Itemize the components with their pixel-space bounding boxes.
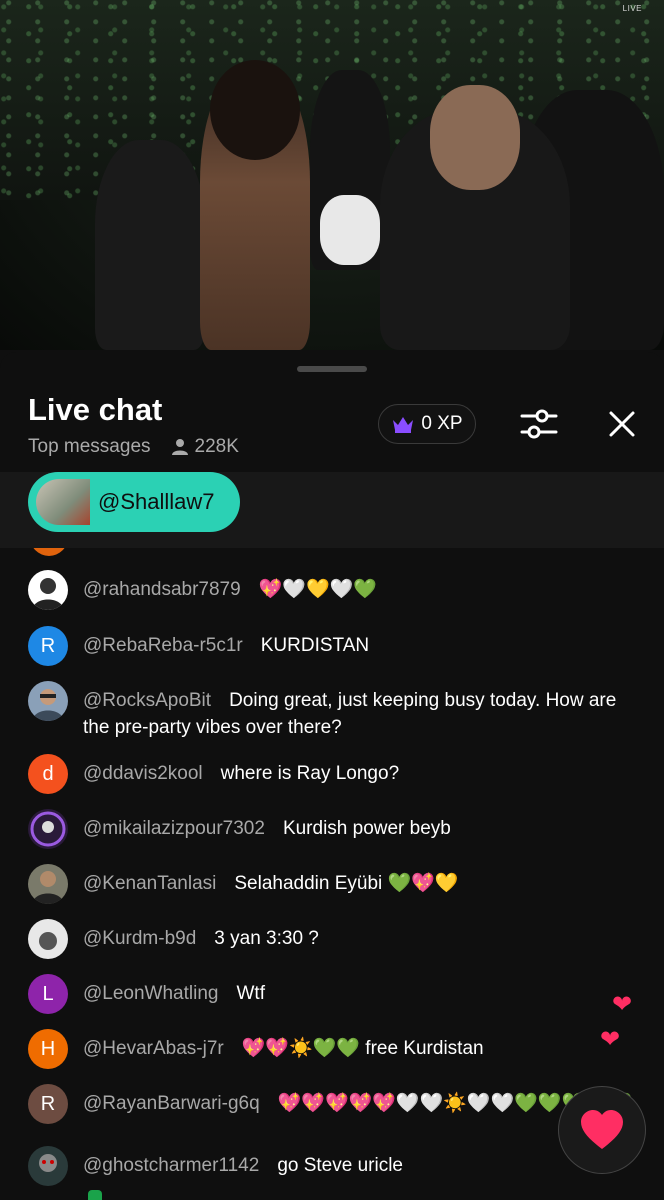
avatar: L (28, 974, 68, 1014)
message-author: @rahandsabr7879 (83, 579, 241, 600)
message-emoji: 💚💖💛 (387, 872, 459, 894)
avatar-letter: R (40, 1092, 56, 1115)
avatar: d (28, 754, 68, 794)
message-emoji: 💖💖☀️💚💚 (241, 1037, 361, 1059)
cutman-head (430, 85, 520, 190)
avatar-letter: d (42, 762, 54, 785)
floating-heart-icon: ❤ (612, 991, 633, 1018)
live-badge: LIVE (622, 4, 642, 13)
profile-photo-icon (39, 1154, 57, 1172)
heart-icon (581, 1110, 623, 1149)
avatar (28, 809, 68, 849)
avatar (30, 548, 68, 556)
message-text: Selahaddin Eyübi (234, 873, 383, 894)
crown-icon (393, 417, 414, 433)
fighter-head (210, 60, 300, 160)
message-author: @mikailazizpour7302 (83, 818, 265, 839)
pinned-user-name: @Shalllaw7 (98, 489, 215, 514)
profile-photo-icon (39, 932, 57, 950)
message-text: 3 yan 3:30 ? (214, 928, 319, 949)
avatar: R (28, 1084, 68, 1124)
message-author: @Kurdm-b9d (83, 928, 197, 949)
profile-photo-icon (30, 811, 66, 847)
message-text: KURDISTAN (260, 635, 370, 656)
message-author: @HevarAbas-j7r (83, 1038, 224, 1059)
profile-photo-icon (32, 578, 64, 610)
reaction-button[interactable] (558, 1086, 646, 1174)
avatar (28, 864, 68, 904)
message-emoji: 💖🤍💛🤍💚 (258, 578, 377, 600)
sliders-icon (520, 409, 558, 439)
xp-label: 0 XP (421, 413, 463, 434)
chat-message-list[interactable]: @rahandsabr7879 💖🤍💛🤍💚 R @RebaReba-r5c1r KU… (0, 548, 664, 1200)
avatar-letter: H (40, 1037, 56, 1060)
chat-mode-label[interactable]: Top messages (28, 436, 151, 458)
viewer-count: 228K (171, 436, 239, 458)
message-author: @RayanBarwari-g6q (83, 1093, 260, 1114)
avatar: R (28, 626, 68, 666)
message-text: where is Ray Longo? (220, 763, 400, 784)
pinned-user-chip[interactable]: @Shalllaw7 (28, 472, 240, 532)
chat-subtitle: Top messages 228K (28, 436, 239, 458)
profile-photo-icon (32, 871, 64, 904)
avatar: H (28, 1029, 68, 1069)
chat-title: Live chat (28, 392, 163, 427)
drag-handle[interactable] (297, 366, 367, 372)
message-text: Wtf (236, 983, 265, 1004)
partial-emoji (88, 1190, 102, 1200)
floating-heart-icon: ❤ (600, 1026, 621, 1053)
message-text: free Kurdistan (365, 1038, 484, 1059)
spectator-left (95, 140, 205, 350)
person-icon (171, 439, 188, 455)
message-author: @RocksApoBit (83, 690, 212, 711)
message-author: @ddavis2kool (83, 763, 203, 784)
message-author: @RebaReba-r5c1r (83, 635, 243, 656)
avatar (28, 681, 68, 721)
message-author: @KenanTanlasi (83, 873, 217, 894)
viewer-count-value: 228K (194, 436, 239, 457)
filter-button[interactable] (518, 406, 560, 442)
video-player[interactable]: LIVE (0, 0, 664, 350)
avatar (28, 919, 68, 959)
pinned-user-thumbnail (36, 479, 90, 525)
avatar (28, 1146, 68, 1186)
message-author: @LeonWhatling (83, 983, 219, 1004)
message-text: go Steve uricle (277, 1155, 403, 1176)
avatar-letter: L (42, 982, 54, 1005)
profile-photo-icon (32, 689, 64, 721)
avatar (28, 570, 68, 610)
white-towel (320, 195, 380, 265)
message-text: Kurdish power beyb (282, 818, 451, 839)
close-button[interactable] (602, 406, 642, 442)
close-icon (609, 411, 635, 437)
avatar-letter: R (40, 634, 56, 657)
xp-button[interactable]: 0 XP (378, 404, 476, 444)
message-author: @ghostcharmer1142 (83, 1155, 260, 1176)
